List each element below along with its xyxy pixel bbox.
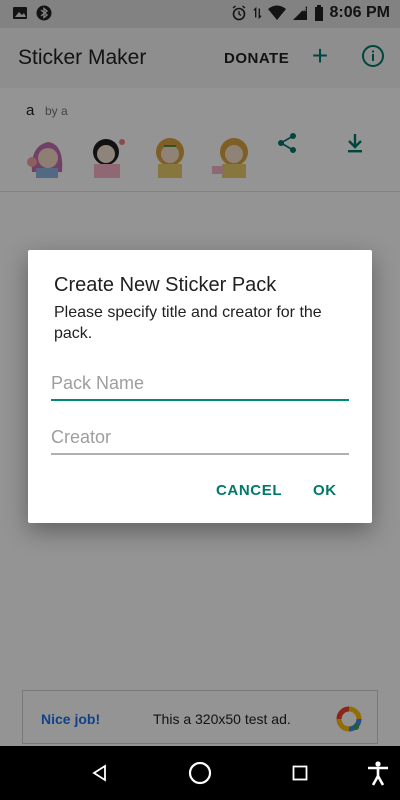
pack-name-input[interactable] xyxy=(51,365,349,399)
pack-name-underline xyxy=(51,399,349,401)
create-pack-dialog: Create New Sticker Pack Please specify t… xyxy=(28,250,372,523)
ok-button[interactable]: OK xyxy=(313,482,337,499)
creator-field xyxy=(51,419,349,459)
dialog-title: Create New Sticker Pack xyxy=(54,274,277,296)
navigation-bar xyxy=(0,746,400,800)
pack-name-field xyxy=(51,365,349,405)
cancel-button[interactable]: CANCEL xyxy=(216,482,282,499)
accessibility-icon[interactable] xyxy=(366,760,390,786)
dialog-message: Please specify title and creator for the… xyxy=(54,304,322,342)
home-icon[interactable] xyxy=(187,760,213,786)
recent-apps-icon[interactable] xyxy=(292,765,308,781)
creator-input[interactable] xyxy=(51,419,349,453)
back-icon[interactable] xyxy=(90,763,110,783)
creator-underline xyxy=(51,453,349,455)
